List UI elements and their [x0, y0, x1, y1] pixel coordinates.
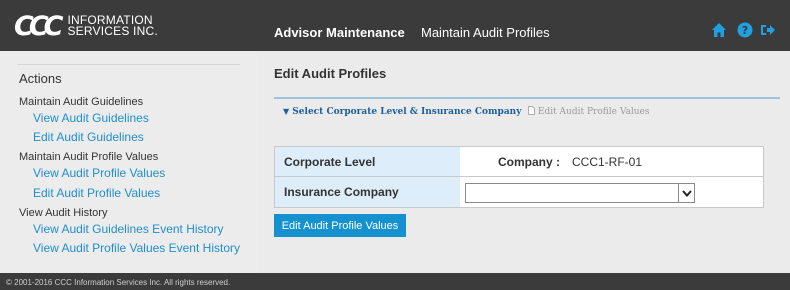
link-view-audit-guidelines-event-history[interactable]: View Audit Guidelines Event History — [33, 222, 224, 236]
edit-audit-profile-values-button[interactable]: Edit Audit Profile Values — [274, 214, 406, 237]
link-view-audit-profile-values-event-history[interactable]: View Audit Profile Values Event History — [33, 241, 240, 255]
step-tabs: ▼ Select Corporate Level & Insurance Com… — [274, 97, 780, 119]
caret-down-icon: ▼ — [283, 106, 290, 116]
svg-text:?: ? — [742, 24, 748, 37]
app-header: CCC INFORMATION SERVICES INC. Advisor Ma… — [0, 0, 790, 51]
logout-icon[interactable] — [760, 22, 776, 38]
page-title: Edit Audit Profiles — [274, 66, 387, 81]
sidebar-group-audit-profile-values: Maintain Audit Profile Values — [19, 151, 159, 163]
corporate-level-label: Corporate Level — [275, 147, 460, 176]
sidebar-divider — [18, 64, 240, 65]
sidebar-group-audit-guidelines: Maintain Audit Guidelines — [19, 96, 144, 108]
sidebar: Actions Maintain Audit Guidelines View A… — [0, 51, 258, 273]
page-subtitle: Maintain Audit Profiles — [421, 25, 550, 40]
profile-form-table: Corporate Level Company : CCC1-RF-01 Ins… — [274, 146, 764, 208]
app-title: Advisor Maintenance — [274, 25, 405, 40]
chevron-down-icon[interactable] — [678, 184, 694, 202]
main-content: Edit Audit Profiles ▼ Select Corporate L… — [258, 51, 790, 273]
tab-label: Edit Audit Profile Values — [537, 107, 650, 117]
tab-label: Select Corporate Level & Insurance Compa… — [292, 107, 522, 117]
home-icon[interactable] — [711, 22, 727, 38]
logo-line-2: SERVICES INC. — [67, 24, 158, 38]
footer: © 2001-2016 CCC Information Services Inc… — [0, 273, 790, 290]
sidebar-group-audit-history: View Audit History — [19, 207, 108, 219]
company-value: CCC1-RF-01 — [572, 155, 643, 169]
link-edit-audit-guidelines[interactable]: Edit Audit Guidelines — [33, 130, 144, 144]
insurance-company-row: Insurance Company — [275, 177, 763, 207]
sidebar-heading: Actions — [19, 71, 62, 86]
help-icon[interactable]: ? — [737, 22, 753, 38]
link-view-audit-guidelines[interactable]: View Audit Guidelines — [33, 111, 149, 125]
ccc-logo: CCC INFORMATION SERVICES INC. — [14, 11, 158, 41]
insurance-company-select[interactable] — [465, 183, 695, 203]
insurance-company-selected-value — [466, 188, 470, 200]
company-label: Company : — [498, 155, 561, 169]
insurance-company-label: Insurance Company — [275, 177, 460, 207]
corporate-level-row: Corporate Level Company : CCC1-RF-01 — [275, 147, 763, 177]
logo-text: INFORMATION SERVICES INC. — [67, 14, 158, 38]
link-edit-audit-profile-values[interactable]: Edit Audit Profile Values — [33, 186, 160, 200]
copyright-text: © 2001-2016 CCC Information Services Inc… — [6, 278, 231, 287]
document-icon — [528, 106, 535, 118]
link-view-audit-profile-values[interactable]: View Audit Profile Values — [33, 166, 165, 180]
logo-mark: CCC — [14, 10, 64, 42]
tab-select-corporate-level[interactable]: ▼ Select Corporate Level & Insurance Com… — [283, 106, 521, 117]
tab-edit-audit-profile-values[interactable]: Edit Audit Profile Values — [528, 106, 649, 118]
